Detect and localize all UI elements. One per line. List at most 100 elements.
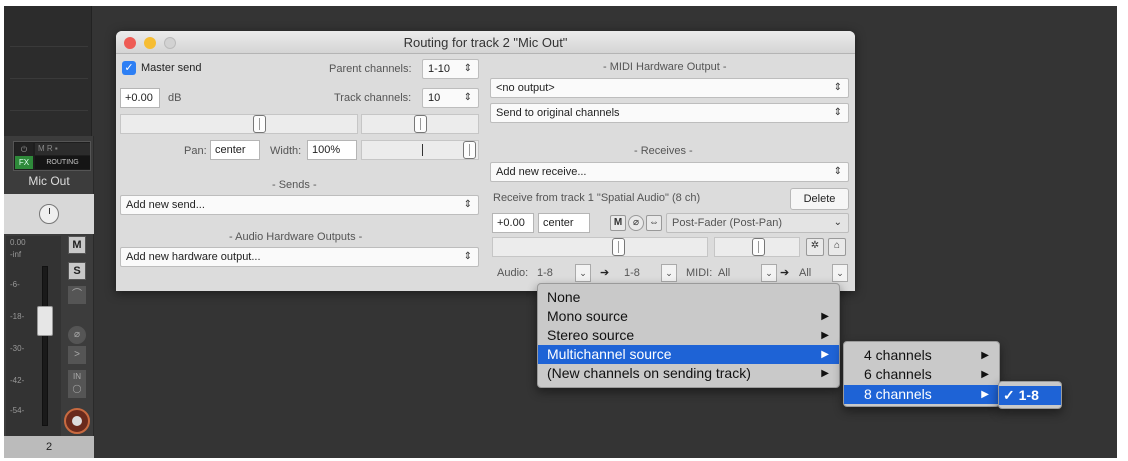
routing-window: Routing for track 2 "Mic Out" ✓ Master s… bbox=[116, 31, 855, 291]
receives-header: - Receives - bbox=[634, 145, 693, 157]
receive-pan-input[interactable]: center bbox=[538, 213, 590, 233]
input-monitor-button[interactable]: IN ◯ bbox=[68, 370, 86, 398]
menu-item-mono-source[interactable]: Mono source ▶ bbox=[538, 307, 839, 326]
receive-volume-slider[interactable] bbox=[492, 237, 708, 257]
receive-mode-select[interactable]: Post-Fader (Post-Pan) ⌄ bbox=[666, 213, 849, 233]
fx-section[interactable]: ⏻ FX bbox=[15, 143, 33, 169]
submenu-arrow-icon: ▶ bbox=[821, 349, 829, 360]
phase-icon[interactable]: ⌀ bbox=[68, 326, 86, 344]
master-send-label: Master send bbox=[141, 62, 202, 74]
volume-readout: 0.00 bbox=[10, 238, 26, 247]
width-center-mark bbox=[422, 144, 423, 156]
pan-slider-thumb[interactable] bbox=[414, 115, 427, 133]
submenu-arrow-icon: ▶ bbox=[981, 369, 989, 380]
menu-item-new-channels[interactable]: (New channels on sending track) ▶ bbox=[538, 364, 839, 383]
audio-dest-value[interactable]: 1-8 bbox=[624, 266, 640, 280]
parent-channels-label: Parent channels: bbox=[329, 63, 412, 75]
envelope-icon[interactable]: ⌒ bbox=[68, 286, 86, 304]
pan-knob[interactable] bbox=[39, 204, 59, 224]
volume-fader[interactable] bbox=[37, 306, 53, 336]
receive-mute-button[interactable]: M bbox=[610, 215, 626, 231]
midi-label: MIDI: bbox=[686, 267, 713, 279]
routing-button[interactable]: ROUTING bbox=[35, 156, 90, 169]
input-label: IN bbox=[73, 372, 81, 381]
stepper-icon: ⇕ bbox=[463, 251, 472, 262]
midi-source-value[interactable]: All bbox=[718, 266, 730, 280]
record-arm-button[interactable] bbox=[64, 408, 90, 434]
add-send-select[interactable]: Add new send... ⇕ bbox=[120, 195, 479, 215]
hw-outputs-header: - Audio Hardware Outputs - bbox=[229, 231, 363, 243]
io-indicator: M R ▪ bbox=[35, 143, 90, 155]
pan-area bbox=[4, 194, 94, 234]
power-icon[interactable]: ⏻ bbox=[15, 143, 33, 156]
chevron-down-icon[interactable]: ⌄ bbox=[575, 264, 591, 282]
window-title: Routing for track 2 "Mic Out" bbox=[403, 35, 568, 50]
midi-output-select[interactable]: <no output> ⇕ bbox=[490, 78, 849, 98]
fx-bypass-icon[interactable]: > bbox=[68, 346, 86, 364]
receive-volume-thumb[interactable] bbox=[612, 238, 625, 256]
chevron-down-icon: ⌄ bbox=[833, 217, 842, 228]
add-hw-output-select[interactable]: Add new hardware output... ⇕ bbox=[120, 247, 479, 267]
chevron-down-icon[interactable]: ⌄ bbox=[832, 264, 848, 282]
menu-item-stereo-source[interactable]: Stereo source ▶ bbox=[538, 326, 839, 345]
receive-pan-thumb[interactable] bbox=[752, 238, 765, 256]
stepper-icon: ⇕ bbox=[833, 82, 842, 93]
solo-button[interactable]: S bbox=[68, 262, 86, 280]
midi-hw-header: - MIDI Hardware Output - bbox=[603, 61, 727, 73]
meter-tick: -54- bbox=[10, 406, 25, 415]
phase-invert-icon[interactable]: ⌀ bbox=[628, 215, 644, 231]
checkmark-icon: ✓ bbox=[1003, 387, 1015, 403]
pan-label: Pan: bbox=[184, 145, 207, 157]
parent-channels-select[interactable]: 1-10 ⇕ bbox=[422, 59, 479, 79]
mono-stereo-icon[interactable]: ⇔ bbox=[646, 215, 662, 231]
menu-item-1-8[interactable]: ✓ 1-8 bbox=[999, 386, 1061, 405]
fx-button[interactable]: FX bbox=[15, 156, 33, 169]
title-bar[interactable]: Routing for track 2 "Mic Out" bbox=[116, 31, 855, 54]
stepper-icon: ⇕ bbox=[833, 107, 842, 118]
peak-readout: -inf bbox=[10, 250, 22, 259]
channel-range-submenu: ✓ 1-8 bbox=[998, 381, 1062, 409]
meter-tick: -30- bbox=[10, 344, 25, 353]
stepper-icon: ⇕ bbox=[463, 63, 472, 74]
track-list-panel bbox=[4, 6, 92, 136]
midi-dest-value[interactable]: All bbox=[799, 266, 811, 280]
volume-slider[interactable] bbox=[120, 114, 358, 134]
submenu-arrow-icon: ▶ bbox=[821, 330, 829, 341]
volume-slider-thumb[interactable] bbox=[253, 115, 266, 133]
arrow-right-icon: ➔ bbox=[780, 267, 790, 279]
pan-input[interactable]: center bbox=[210, 140, 260, 160]
master-send-checkbox[interactable]: ✓ bbox=[122, 61, 136, 75]
submenu-arrow-icon: ▶ bbox=[981, 350, 989, 361]
envelope-icon[interactable]: ⌂ bbox=[828, 238, 846, 256]
width-slider[interactable] bbox=[361, 140, 479, 160]
menu-item-multichannel-source[interactable]: Multichannel source ▶ bbox=[538, 345, 839, 364]
stepper-icon: ⇕ bbox=[833, 166, 842, 177]
add-receive-select[interactable]: Add new receive... ⇕ bbox=[490, 162, 849, 182]
menu-item-4-channels[interactable]: 4 channels ▶ bbox=[844, 346, 999, 365]
receive-pan-slider[interactable] bbox=[714, 237, 800, 257]
width-input[interactable]: 100% bbox=[307, 140, 357, 160]
fx-send-icon[interactable]: ✲ bbox=[806, 238, 824, 256]
meter-tick: -18- bbox=[10, 312, 25, 321]
mute-button[interactable]: M bbox=[68, 236, 86, 254]
menu-item-8-channels[interactable]: 8 channels ▶ bbox=[844, 385, 999, 404]
audio-label: Audio: bbox=[497, 267, 529, 279]
pan-slider[interactable] bbox=[361, 114, 479, 134]
vu-meter: 0.00 -inf -6- -18- -30- -42- -54- bbox=[6, 236, 61, 436]
track-channels-select[interactable]: 10 ⇕ bbox=[422, 88, 479, 108]
menu-item-none[interactable]: None bbox=[538, 288, 839, 307]
menu-item-6-channels[interactable]: 6 channels ▶ bbox=[844, 365, 999, 384]
channels-submenu: 4 channels ▶ 6 channels ▶ 8 channels ▶ bbox=[843, 341, 1000, 407]
delete-receive-button[interactable]: Delete bbox=[790, 188, 849, 210]
fader-track bbox=[42, 266, 48, 426]
track-name[interactable]: Mic Out bbox=[4, 172, 94, 190]
chevron-down-icon[interactable]: ⌄ bbox=[661, 264, 677, 282]
width-label: Width: bbox=[270, 145, 302, 157]
midi-channels-select[interactable]: Send to original channels ⇕ bbox=[490, 103, 849, 123]
audio-source-value[interactable]: 1-8 bbox=[537, 266, 553, 280]
width-slider-thumb[interactable] bbox=[463, 141, 476, 159]
chevron-down-icon[interactable]: ⌄ bbox=[761, 264, 777, 282]
receive-volume-input[interactable]: +0.00 bbox=[492, 213, 534, 233]
fx-routing-box: ⏻ FX M R ▪ ROUTING bbox=[13, 141, 91, 171]
volume-input[interactable]: +0.00 bbox=[120, 88, 160, 108]
